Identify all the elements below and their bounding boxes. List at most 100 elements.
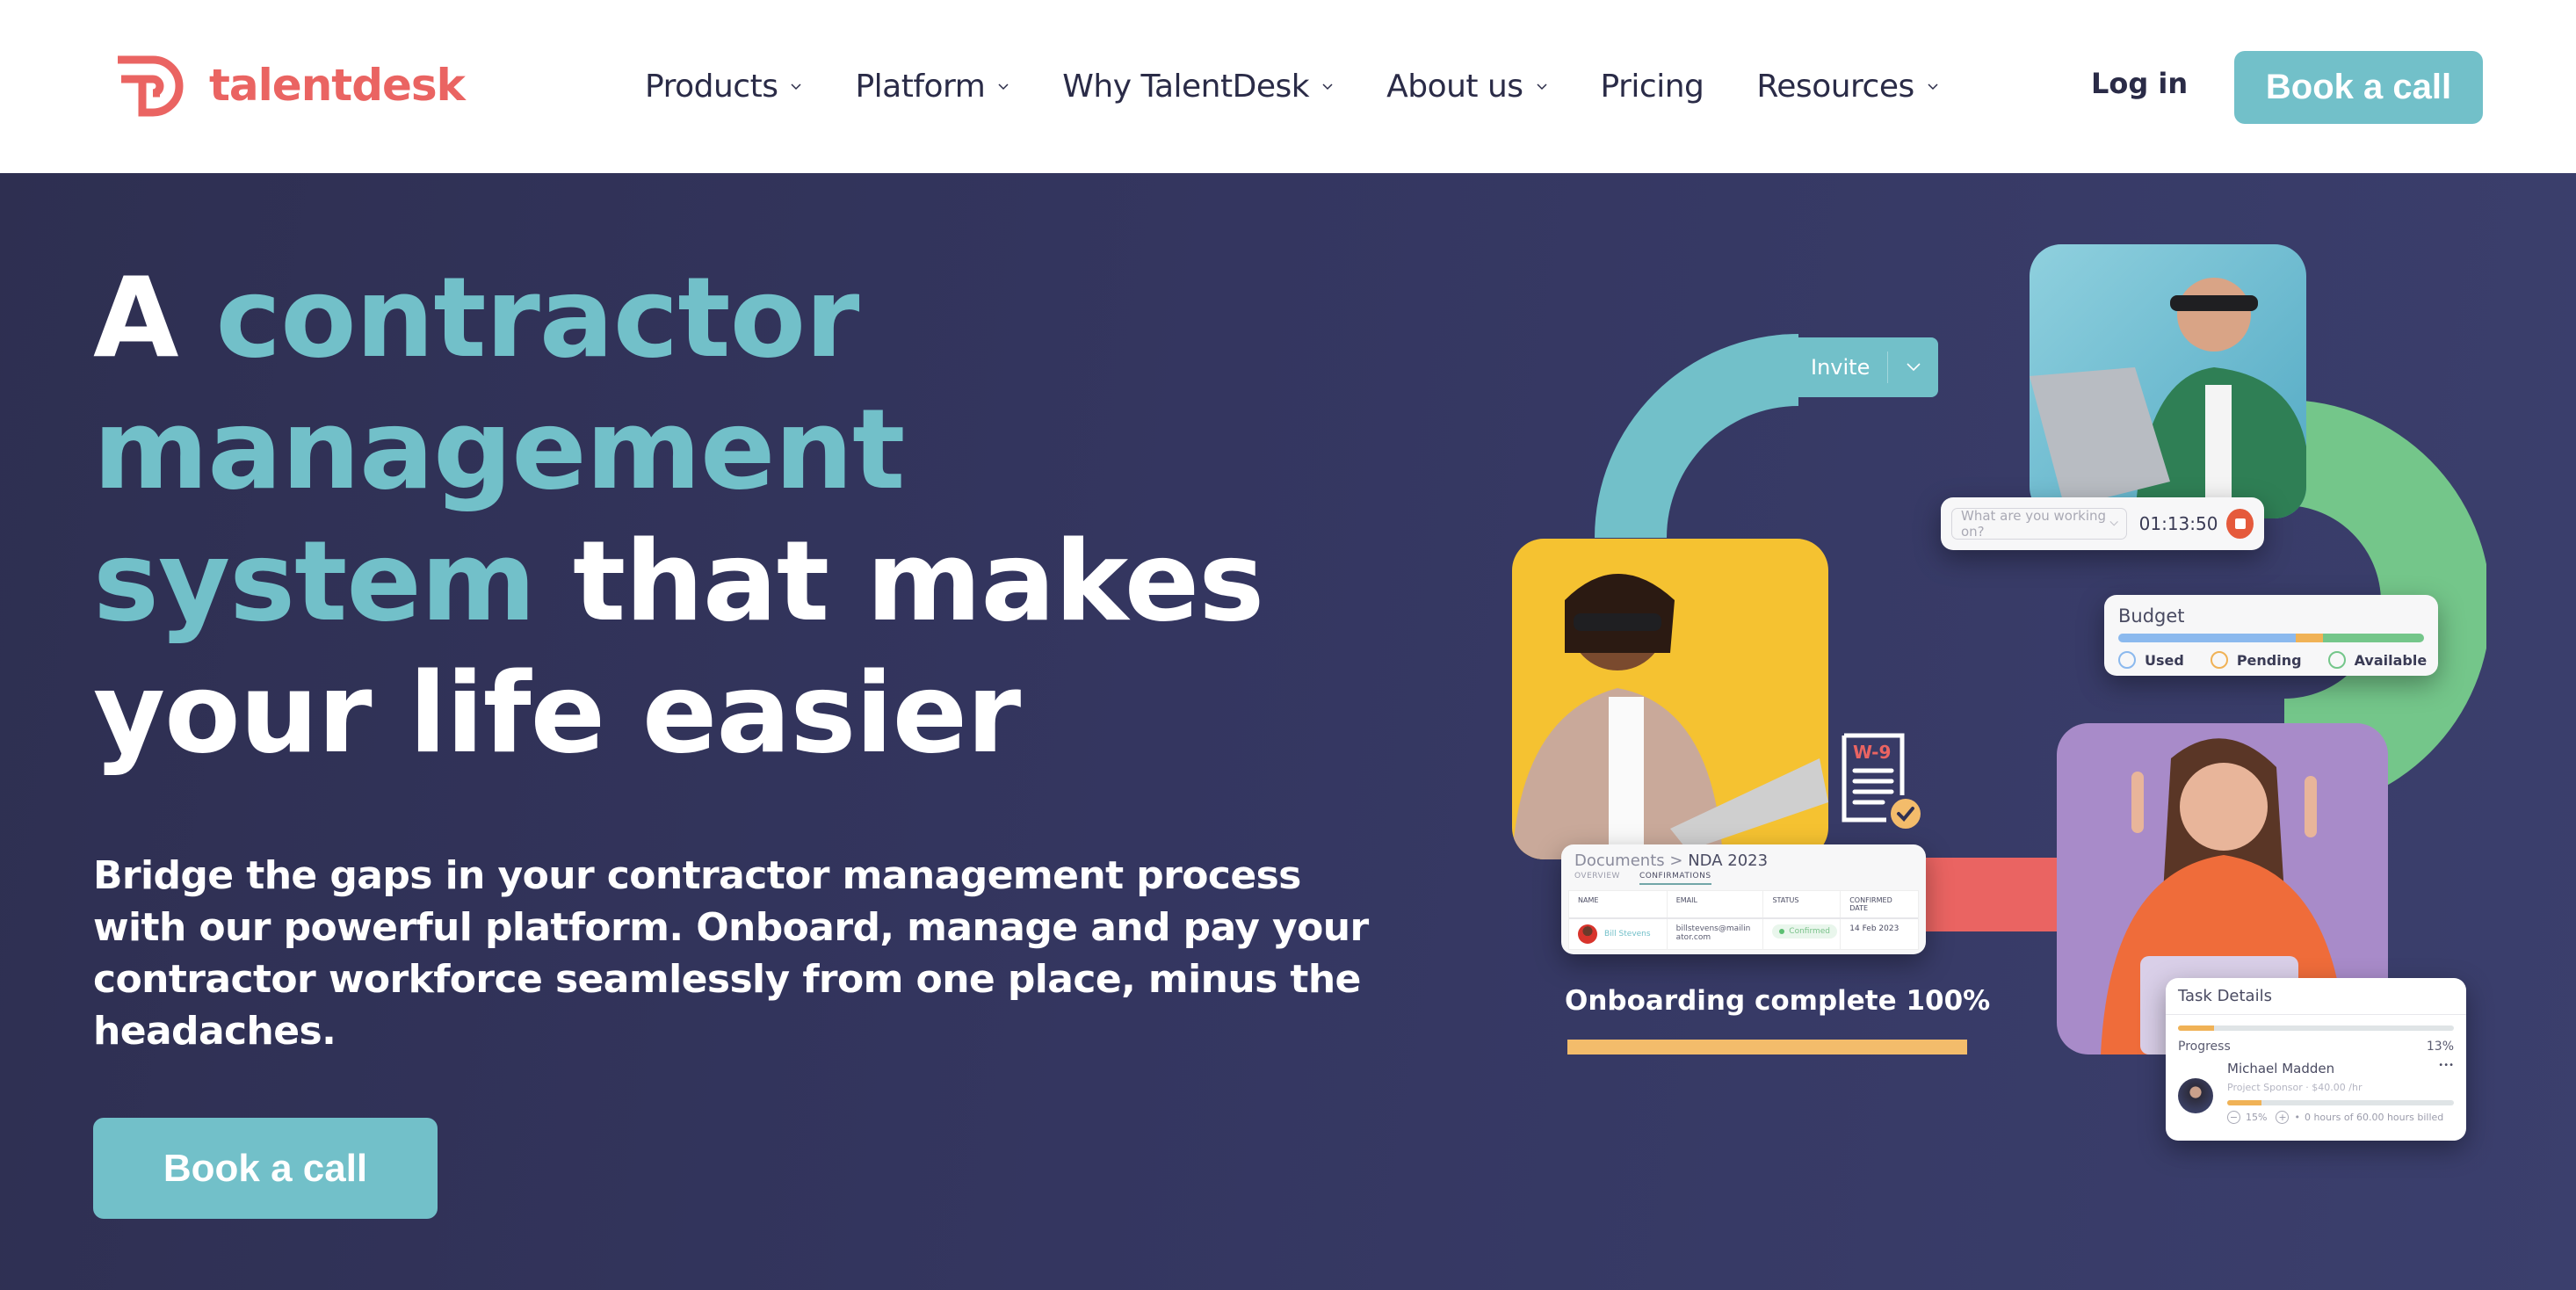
- top-navigation: talentdesk Products Platform Why TalentD…: [0, 0, 2576, 173]
- assignee-role: Project Sponsor · $40.00 /hr: [2227, 1082, 2363, 1093]
- chevron-down-icon: [1322, 83, 1333, 91]
- onboarding-progress-label: Onboarding complete 100%: [1565, 985, 1991, 1017]
- timer-readout: 01:13:50: [2138, 513, 2218, 534]
- cell-email: billstevens@mailinator.com: [1668, 919, 1764, 949]
- assignee-info: Michael Madden ••• Project Sponsor · $40…: [2227, 1061, 2454, 1124]
- legend-pending-label: Pending: [2236, 651, 2302, 669]
- w9-document-icon: W-9: [1842, 733, 1921, 829]
- budget-bar: [2118, 634, 2424, 642]
- brand-logo[interactable]: talentdesk: [118, 53, 466, 118]
- col-confirmed-date: CONFIRMED DATE: [1849, 896, 1892, 912]
- nav-about-us-label: About us: [1386, 68, 1523, 105]
- ring-icon: [2118, 651, 2136, 669]
- breadcrumb-parent[interactable]: Documents: [1574, 852, 1665, 870]
- assignee-share-bar: [2227, 1100, 2454, 1105]
- breadcrumb-current: NDA 2023: [1688, 852, 1769, 870]
- nav-resources[interactable]: Resources: [1756, 62, 1938, 111]
- stop-icon: [2234, 518, 2246, 529]
- cell-date: 14 Feb 2023: [1849, 924, 1899, 933]
- task-select-placeholder: What are you working on?: [1961, 508, 2107, 540]
- rate-text: $40.00 /hr: [2312, 1082, 2363, 1093]
- hero-subheadline: Bridge the gaps in your contractor manag…: [93, 853, 1369, 1054]
- budget-segment-used: [2118, 634, 2296, 642]
- nav-platform-label: Platform: [855, 68, 986, 105]
- avatar: [2178, 1078, 2213, 1113]
- billed-hours: 0 hours of 60.00 hours billed: [2304, 1112, 2444, 1123]
- invite-split-button[interactable]: Invite: [1786, 337, 1938, 397]
- onboarding-progress-bar: [1567, 1040, 1967, 1054]
- chevron-down-icon: [1537, 83, 1547, 91]
- brand-name: talentdesk: [209, 60, 466, 111]
- status-label: Confirmed: [1789, 927, 1831, 936]
- photo-man-yellow-background: [1512, 539, 1828, 859]
- col-status: STATUS: [1763, 891, 1842, 917]
- chevron-down-icon: [1906, 363, 1921, 372]
- avatar: [1578, 924, 1597, 944]
- legend-available-label: Available: [2354, 651, 2428, 669]
- budget-segment-pending: [2295, 634, 2324, 642]
- nav-why-talentdesk[interactable]: Why TalentDesk: [1062, 62, 1334, 111]
- col-name: NAME: [1569, 891, 1668, 917]
- chevron-down-icon: [998, 83, 1009, 91]
- ring-icon: [2327, 651, 2346, 669]
- invite-label: Invite: [1811, 355, 1870, 380]
- assignee-name: Michael Madden: [2227, 1061, 2335, 1076]
- legend-pending: Pending: [2210, 651, 2302, 669]
- nav-pricing-label: Pricing: [1600, 68, 1704, 105]
- hero-book-call-button[interactable]: Book a call: [93, 1118, 438, 1219]
- increase-icon[interactable]: +: [2276, 1111, 2290, 1124]
- chevron-down-icon: [2109, 521, 2119, 526]
- legend-used-label: Used: [2145, 651, 2184, 669]
- share-percent: 15%: [2246, 1112, 2268, 1123]
- red-bar-shape: [1926, 858, 2058, 931]
- assignee-share-fill: [2227, 1100, 2261, 1105]
- decrease-icon[interactable]: −: [2227, 1111, 2240, 1124]
- documents-card: Documents > NDA 2023 OVERVIEW CONFIRMATI…: [1561, 844, 1926, 954]
- time-tracker-card: What are you working on? 01:13:50: [1941, 497, 2264, 550]
- budget-segment-available: [2323, 634, 2424, 642]
- invite-dropdown-toggle[interactable]: [1888, 363, 1938, 372]
- talentdesk-logo-icon: [118, 55, 184, 117]
- task-select[interactable]: What are you working on?: [1951, 508, 2127, 540]
- table-row[interactable]: Bill Stevens billstevens@mailinator.com …: [1569, 919, 1918, 949]
- bullet-icon: •: [2294, 1112, 2300, 1123]
- cell-status: Confirmed: [1763, 919, 1842, 949]
- login-link[interactable]: Log in: [2091, 67, 2188, 100]
- w9-label: W-9: [1853, 742, 1891, 763]
- role-text: Project Sponsor: [2227, 1082, 2303, 1093]
- ring-icon: [2210, 651, 2228, 669]
- stop-timer-button[interactable]: [2226, 509, 2254, 539]
- task-assignee: Michael Madden ••• Project Sponsor · $40…: [2166, 1054, 2466, 1124]
- more-options-icon[interactable]: •••: [2438, 1061, 2454, 1076]
- task-details-title: Task Details: [2166, 978, 2466, 1015]
- confirmations-table: NAME EMAIL STATUS CONFIRMED DATE Bill St…: [1568, 890, 1919, 950]
- assignee-name-row: Michael Madden •••: [2227, 1061, 2454, 1076]
- contractor-name[interactable]: Bill Stevens: [1604, 930, 1651, 939]
- main-menu: Products Platform Why TalentDesk About u…: [645, 62, 1992, 111]
- nav-products[interactable]: Products: [645, 62, 802, 111]
- budget-legend: Used Pending Available: [2118, 651, 2427, 669]
- nav-about-us[interactable]: About us: [1386, 62, 1547, 111]
- nav-pricing[interactable]: Pricing: [1601, 62, 1704, 111]
- tab-overview[interactable]: OVERVIEW: [1574, 872, 1620, 885]
- documents-breadcrumb: Documents > NDA 2023: [1568, 852, 1919, 870]
- assignee-meta: − 15% + • 0 hours of 60.00 hours billed: [2227, 1111, 2454, 1124]
- nav-resources-label: Resources: [1756, 68, 1914, 105]
- nav-platform[interactable]: Platform: [855, 62, 1009, 111]
- teal-arc-shape: [1595, 334, 1798, 538]
- tab-confirmations[interactable]: CONFIRMATIONS: [1639, 872, 1711, 885]
- task-progress-row: Progress 13%: [2166, 1031, 2466, 1054]
- nav-book-call-button[interactable]: Book a call: [2234, 51, 2483, 124]
- breadcrumb-separator: >: [1669, 852, 1683, 870]
- table-header: NAME EMAIL STATUS CONFIRMED DATE: [1569, 891, 1918, 919]
- person-silhouette-icon: [1512, 574, 1828, 859]
- nav-why-talentdesk-label: Why TalentDesk: [1062, 68, 1310, 105]
- cell-name: Bill Stevens: [1569, 919, 1668, 949]
- photo-man-blue-background: [2030, 244, 2306, 518]
- hero-headline: A contractor management system that make…: [93, 252, 1376, 779]
- chevron-down-icon: [1928, 83, 1938, 91]
- chevron-down-icon: [791, 83, 801, 91]
- onboarding-progress-fill: [1567, 1040, 1967, 1054]
- task-details-card: Task Details Progress 13% Michael Madden…: [2166, 978, 2466, 1141]
- progress-value: 13%: [2426, 1040, 2454, 1054]
